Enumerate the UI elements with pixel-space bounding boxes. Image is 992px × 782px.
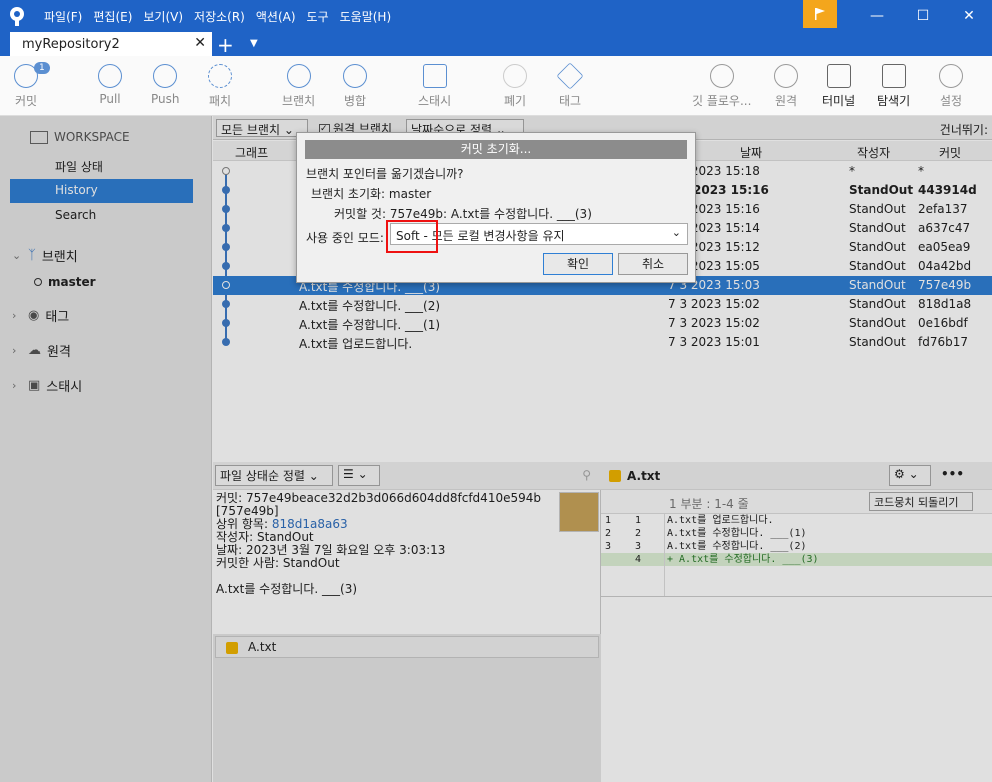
close-button[interactable]: ✕: [946, 0, 992, 32]
tag-icon: [556, 62, 584, 90]
dialog-title: 커밋 초기화...: [305, 140, 687, 159]
tag-button[interactable]: 태그: [556, 62, 584, 109]
chevron-down-icon: ⌄: [671, 226, 681, 239]
cancel-button[interactable]: 취소: [618, 253, 688, 275]
gitflow-button[interactable]: 깃 플로우...: [692, 64, 751, 109]
title-bar: 파일(F) 편집(E) 보기(V) 저장소(R) 액션(A) 도구 도움말(H)…: [0, 0, 992, 32]
dialog-reset-branch: 브랜치 초기화: master: [311, 187, 432, 201]
terminal-button[interactable]: 터미널: [822, 64, 855, 109]
menu-edit[interactable]: 편집(E): [93, 8, 132, 25]
discard-button[interactable]: 폐기: [503, 64, 527, 109]
flag-button[interactable]: [803, 0, 837, 28]
tab-close-icon[interactable]: ✕: [194, 35, 206, 51]
sourcetree-logo-icon: [10, 7, 24, 26]
stash-button[interactable]: 스태시: [418, 64, 451, 109]
pull-button[interactable]: Pull: [98, 64, 122, 106]
branch-button[interactable]: 브랜치: [282, 64, 315, 109]
menu-file[interactable]: 파일(F): [44, 8, 82, 25]
gitflow-icon: [709, 64, 734, 88]
commit-badge: 1: [34, 62, 50, 74]
dialog-question: 브랜치 포인터를 옮기겠습니까?: [306, 167, 464, 181]
settings-button[interactable]: 설정: [939, 64, 963, 109]
reset-mode-select[interactable]: Soft - 모든 로컬 변경사항을 유지 ⌄: [390, 223, 688, 245]
dialog-mode-label: 사용 중인 모드:: [306, 231, 384, 245]
reset-commit-dialog: 커밋 초기화... 브랜치 포인터를 옮기겠습니까? 브랜치 초기화: mast…: [296, 132, 696, 283]
discard-icon: [503, 64, 527, 88]
modal-overlay: [0, 116, 213, 782]
merge-button[interactable]: 병합: [343, 64, 367, 109]
tab-repository[interactable]: myRepository2 ✕: [10, 32, 212, 56]
terminal-icon: [826, 64, 851, 88]
menu-help[interactable]: 도움말(H): [340, 8, 392, 25]
push-icon: [153, 64, 178, 88]
explorer-icon: [881, 64, 906, 88]
dialog-commit-to: 커밋할 것: 757e49b: A.txt를 수정합니다. ___(3): [334, 207, 592, 221]
tab-dropdown-icon[interactable]: ▼: [250, 38, 258, 49]
menu-view[interactable]: 보기(V): [143, 8, 183, 25]
tab-label: myRepository2: [22, 37, 120, 52]
merge-icon: [343, 64, 367, 88]
menu-repository[interactable]: 저장소(R): [194, 8, 245, 25]
menu-tools[interactable]: 도구: [307, 8, 329, 25]
new-tab-button[interactable]: +: [217, 33, 234, 57]
menu-bar: 파일(F) 편집(E) 보기(V) 저장소(R) 액션(A) 도구 도움말(H): [44, 0, 402, 32]
branch-icon: [286, 64, 311, 88]
remote-icon: [774, 64, 798, 88]
modal-overlay: [213, 462, 992, 782]
fetch-icon: [208, 64, 232, 88]
remote-button[interactable]: 원격: [774, 64, 798, 109]
menu-actions[interactable]: 액션(A): [256, 8, 296, 25]
tab-bar: myRepository2 ✕ + ▼: [0, 32, 992, 57]
push-button[interactable]: Push: [151, 64, 180, 106]
pull-icon: [98, 64, 122, 88]
fetch-button[interactable]: 패치: [208, 64, 232, 109]
gear-icon: [939, 64, 963, 88]
flag-icon: [815, 8, 825, 20]
toolbar: 1 커밋 Pull Push 패치 브랜치 병합 스태시 폐기 태그 깃 플로우.…: [0, 56, 992, 116]
ok-button[interactable]: 확인: [543, 253, 613, 275]
maximize-button[interactable]: ☐: [900, 0, 946, 32]
minimize-button[interactable]: —: [854, 0, 900, 32]
commit-button[interactable]: 1 커밋: [14, 62, 50, 109]
explorer-button[interactable]: 탐색기: [877, 64, 910, 109]
stash-icon: [422, 64, 447, 88]
